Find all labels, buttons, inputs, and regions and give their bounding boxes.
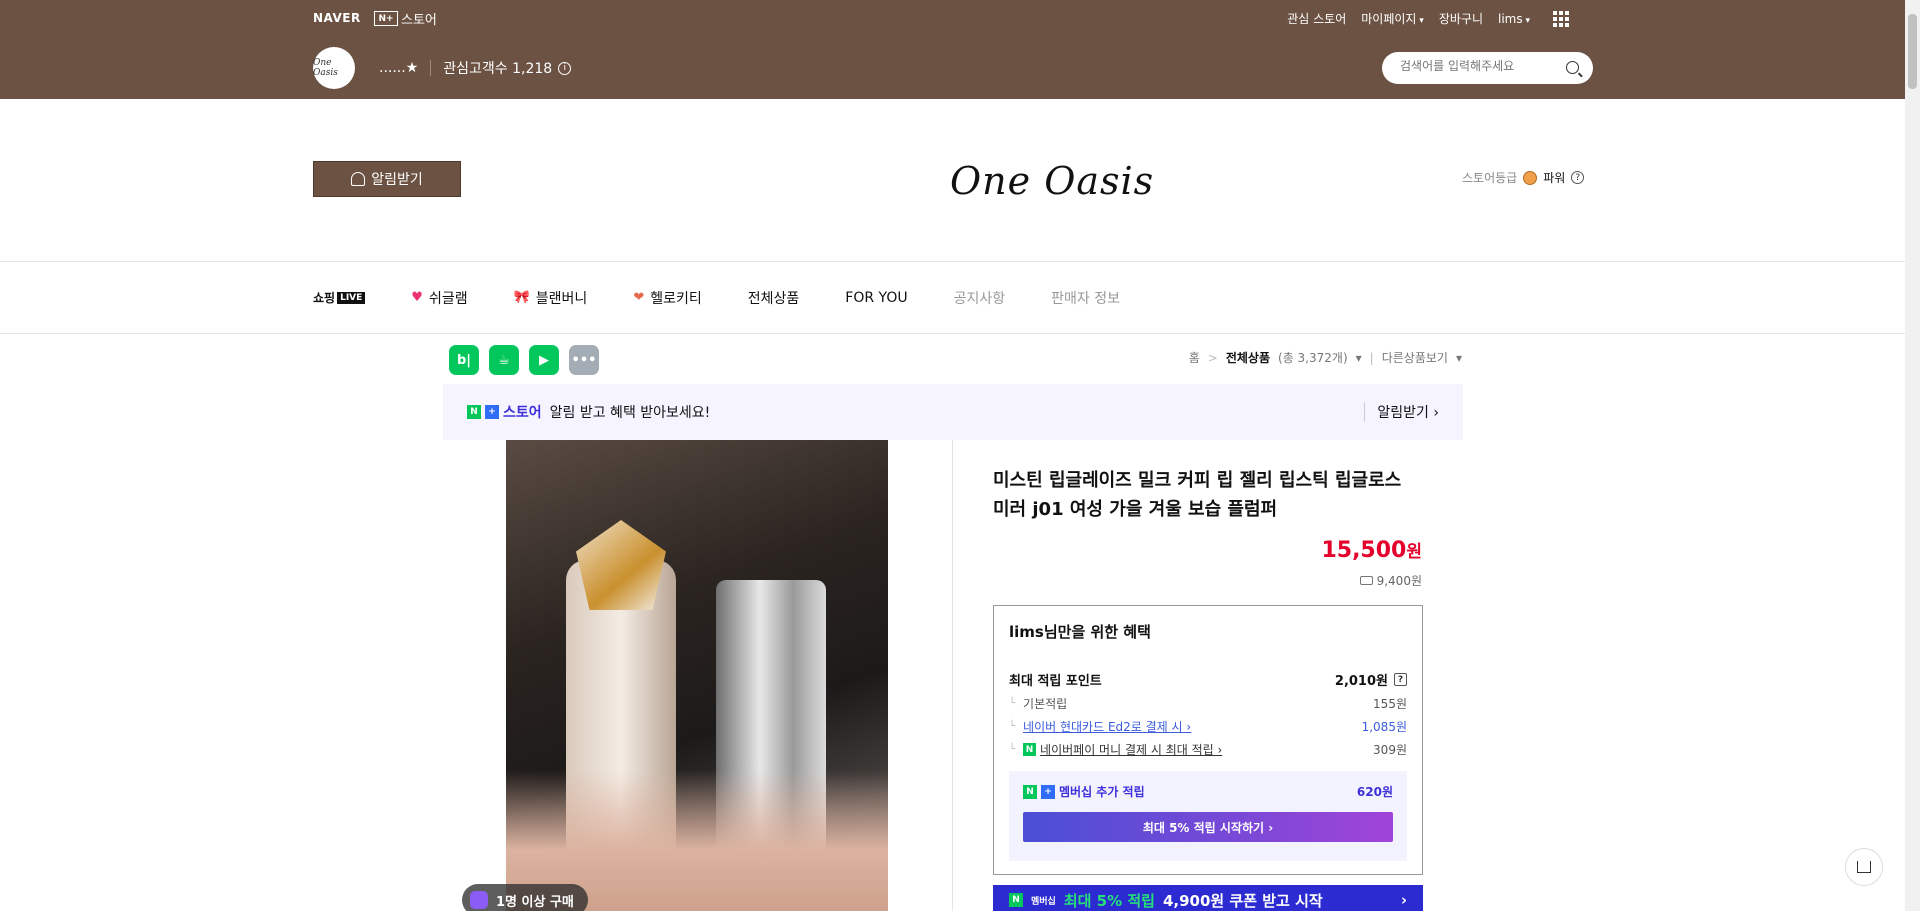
chevron-down-icon[interactable]: ▾ bbox=[1356, 351, 1362, 365]
grade-value: 파워 bbox=[1543, 171, 1566, 185]
npay-money-link[interactable]: 네이버페이 머니 결제 시 최대 적립 › bbox=[1040, 741, 1222, 758]
search-icon[interactable] bbox=[1566, 61, 1579, 74]
shopping-bag-icon bbox=[470, 891, 488, 909]
apps-grid-icon[interactable] bbox=[1553, 10, 1569, 27]
chevron-down-icon[interactable]: ▾ bbox=[1456, 351, 1462, 365]
user-menu[interactable]: lims bbox=[1498, 12, 1530, 26]
max-point-value: 2,010원 bbox=[1334, 674, 1388, 689]
membership-start-button[interactable]: 최대 5% 적립 시작하기 › bbox=[1023, 812, 1393, 842]
heart-icon: ♥ bbox=[411, 290, 423, 305]
point-row-basic: 기본적립 155원 bbox=[1009, 695, 1407, 712]
membership-value: 620원 bbox=[1356, 785, 1393, 799]
truck-icon bbox=[1359, 576, 1373, 585]
breadcrumb-count: (총 3,372개) bbox=[1278, 351, 1348, 365]
membership-badge: 멤버십 bbox=[1031, 896, 1056, 907]
followers-count: 관심고객수 1,218 i bbox=[443, 58, 572, 78]
coupon-text: 4,900원 쿠폰 받고 시작 bbox=[1162, 891, 1323, 910]
tab-notice[interactable]: 공지사항 bbox=[954, 288, 1006, 308]
coupon-highlight: 최대 5% 적립 bbox=[1063, 891, 1155, 910]
coupon-banner[interactable]: N 멤버십 최대 5% 적립 4,900원 쿠폰 받고 시작 › bbox=[993, 885, 1423, 911]
tab-all-products[interactable]: 전체상품 bbox=[748, 288, 800, 308]
product-title: 미스틴 립글레이즈 밀크 커피 립 젤리 립스틱 립글로스 미러 j01 여성 … bbox=[993, 470, 1402, 520]
point-row-card: 네이버 현대카드 Ed2로 결제 시 › 1,085원 bbox=[1009, 718, 1407, 735]
kitty-icon: ❤ bbox=[633, 290, 645, 305]
nplus-badge: N+ bbox=[374, 11, 398, 26]
top-links: 관심 스토어 마이페이지 장바구니 lims bbox=[1287, 10, 1569, 27]
product-price: 15,500원 bbox=[1321, 538, 1422, 563]
category-nav: 쇼핑 LIVE ♥ 쉬글램 🎀 블랜버니 ❤ 헬로키티 전체상품 FOR YOU … bbox=[0, 262, 1905, 334]
product-image[interactable] bbox=[506, 440, 888, 911]
benefit-heading: lims님만을 위한 혜택 bbox=[1009, 623, 1151, 641]
blog-icon[interactable]: b| bbox=[449, 345, 479, 375]
notify-promo-banner: N + 스토어 알림 받고 혜택 받아보세요! 알림받기 › bbox=[443, 384, 1463, 440]
n-badge-icon: N bbox=[1023, 784, 1037, 799]
tab-shuglam[interactable]: ♥ 쉬글램 bbox=[411, 288, 467, 308]
store-avatar[interactable]: One Oasis bbox=[313, 47, 355, 89]
tab-for-you[interactable]: FOR YOU bbox=[845, 290, 907, 306]
more-icon[interactable]: ••• bbox=[569, 345, 599, 375]
n-badge-icon: N bbox=[467, 405, 481, 419]
scrollbar-thumb[interactable] bbox=[1908, 14, 1917, 89]
top-header: NAVER N+ 스토어 관심 스토어 마이페이지 장바구니 lims One … bbox=[0, 0, 1905, 99]
tab-hellokitty[interactable]: ❤ 헬로키티 bbox=[633, 288, 701, 308]
help-icon[interactable]: ? bbox=[1394, 673, 1407, 686]
bookmark-icon[interactable]: ▶ bbox=[529, 345, 559, 375]
search-input[interactable] bbox=[1400, 59, 1550, 73]
brand-area: 알림받기 One Oasis 스토어등급 파워 ? bbox=[0, 99, 1905, 262]
nplus-store-logo: N + 스토어 bbox=[467, 402, 542, 422]
plus-badge-icon: + bbox=[485, 405, 499, 419]
page-scrollbar[interactable] bbox=[1905, 0, 1920, 911]
help-icon[interactable]: ? bbox=[1571, 171, 1585, 184]
search-box bbox=[1382, 52, 1593, 84]
nplus-store-link[interactable]: N+ 스토어 bbox=[374, 9, 437, 28]
notify-button[interactable]: 알림받기 bbox=[313, 161, 461, 197]
interest-store-link[interactable]: 관심 스토어 bbox=[1287, 10, 1346, 27]
breadcrumb-current[interactable]: 전체상품 bbox=[1226, 349, 1270, 366]
share-button[interactable] bbox=[1845, 848, 1883, 886]
promo-notify-link[interactable]: 알림받기 › bbox=[1364, 402, 1439, 422]
buyers-badge: 1명 이상 구매 bbox=[462, 884, 588, 911]
divider bbox=[952, 440, 953, 911]
breadcrumb-home[interactable]: 홈 bbox=[1189, 349, 1200, 366]
plus-badge-icon: + bbox=[1041, 784, 1055, 799]
bell-icon bbox=[351, 172, 366, 186]
promo-text: 알림 받고 혜택 받아보세요! bbox=[549, 405, 711, 421]
npay-icon: N bbox=[1023, 743, 1037, 756]
membership-label: N + 멤버십 추가 적립 bbox=[1023, 783, 1145, 800]
tab-shopping-live[interactable]: 쇼핑 LIVE bbox=[313, 289, 366, 306]
store-logo[interactable]: One Oasis bbox=[950, 159, 1154, 203]
nplus-store-label: 스토어 bbox=[401, 13, 437, 28]
benefit-box: lims님만을 위한 혜택 최대 적립 포인트 2,010원 ? 기본적립 15… bbox=[993, 605, 1423, 875]
membership-box: N + 멤버십 추가 적립 620원 최대 5% 적립 시작하기 › bbox=[1009, 771, 1407, 861]
live-badge: LIVE bbox=[337, 291, 366, 304]
tab-blanbunny[interactable]: 🎀 블랜버니 bbox=[514, 288, 588, 308]
other-products-link[interactable]: 다른상품보기 bbox=[1382, 349, 1448, 366]
share-icon bbox=[1857, 861, 1871, 873]
store-name[interactable]: ......★ bbox=[379, 60, 418, 76]
shopping-label: 쇼핑 bbox=[313, 291, 336, 305]
naver-logo[interactable]: NAVER bbox=[313, 11, 361, 25]
point-row-npay: N네이버페이 머니 결제 시 최대 적립 › 309원 bbox=[1009, 741, 1407, 758]
chevron-right-icon: › bbox=[1400, 891, 1407, 909]
cafe-icon[interactable]: ☕ bbox=[489, 345, 519, 375]
mypage-link[interactable]: 마이페이지 bbox=[1361, 10, 1424, 27]
info-icon[interactable]: i bbox=[558, 61, 572, 75]
breadcrumb: 홈 > 전체상품 (총 3,372개) ▾ | 다른상품보기 ▾ bbox=[1188, 349, 1462, 366]
tab-seller-info[interactable]: 판매자 정보 bbox=[1051, 288, 1120, 308]
store-info: One Oasis ......★ 관심고객수 1,218 i bbox=[313, 47, 572, 89]
max-point-row: 최대 적립 포인트 2,010원 ? bbox=[1009, 670, 1407, 689]
shipping-fee: 9,400원 bbox=[1359, 572, 1422, 589]
social-links: b| ☕ ▶ ••• bbox=[449, 345, 599, 375]
hyundai-card-link[interactable]: 네이버 현대카드 Ed2로 결제 시 › bbox=[1023, 718, 1191, 735]
n-badge-icon: N bbox=[1009, 893, 1023, 907]
ribbon-icon: 🎀 bbox=[513, 290, 530, 305]
medal-icon bbox=[1523, 170, 1538, 185]
cart-link[interactable]: 장바구니 bbox=[1439, 10, 1483, 27]
divider bbox=[430, 60, 432, 76]
store-grade: 스토어등급 파워 ? bbox=[1462, 169, 1585, 186]
